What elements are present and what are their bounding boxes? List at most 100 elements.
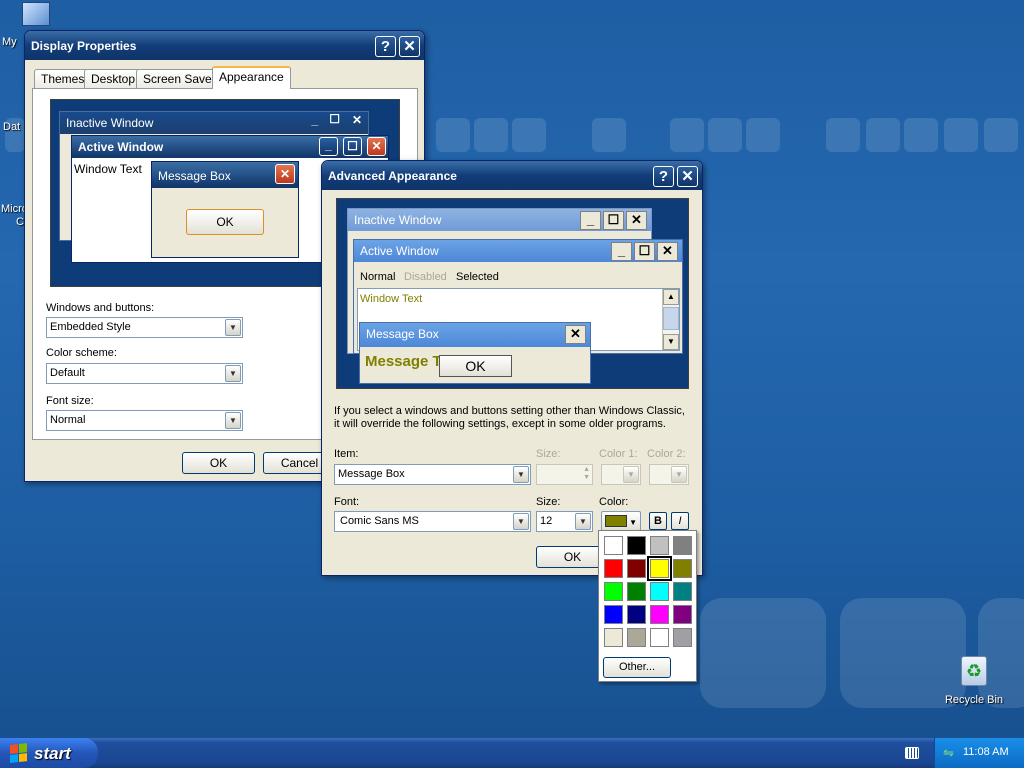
font-size-label: Size: [536, 496, 561, 508]
windows-buttons-select[interactable]: Embedded Style ▼ [46, 317, 243, 338]
color-swatch[interactable] [647, 556, 672, 581]
font-size-select[interactable]: Normal ▼ [46, 410, 243, 431]
chevron-down-icon: ▼ [575, 513, 591, 530]
tab-appearance[interactable]: Appearance [212, 66, 291, 89]
background-tile [746, 118, 780, 152]
color-scheme-select[interactable]: Default ▼ [46, 363, 243, 384]
background-tile [866, 118, 900, 152]
color-palette-popup: Other... [598, 530, 697, 682]
color-swatch[interactable] [650, 582, 669, 601]
tab-themes[interactable]: Themes [34, 69, 92, 88]
background-tile [670, 118, 704, 152]
maximize-icon: ☐ [329, 112, 340, 126]
close-button[interactable]: ✕ [677, 166, 698, 187]
preview-window-text: Window Text [74, 162, 142, 176]
minimize-icon: _ [580, 211, 601, 230]
taskbar: start ⇋ 11:08 AM [0, 738, 1024, 768]
close-icon: ✕ [275, 164, 295, 184]
minimize-icon: _ [311, 113, 318, 127]
windows-logo-icon [10, 743, 28, 763]
menu-disabled: Disabled [404, 271, 447, 283]
color-swatch[interactable] [604, 605, 623, 624]
color-swatch[interactable] [673, 536, 692, 555]
item-select[interactable]: Message Box ▼ [334, 464, 531, 485]
start-button[interactable]: start [0, 738, 98, 768]
color-swatch[interactable] [673, 582, 692, 601]
color-swatch[interactable] [627, 582, 646, 601]
other-colors-button[interactable]: Other... [603, 657, 671, 678]
preview-message-title: Message Box ✕ [152, 162, 298, 188]
color-swatch[interactable] [650, 628, 669, 647]
scroll-thumb [663, 307, 679, 330]
color-swatch[interactable] [604, 582, 623, 601]
close-icon: ✕ [351, 113, 362, 127]
network-icon[interactable]: ⇋ [943, 745, 954, 761]
font-label: Font: [334, 496, 360, 508]
chevron-down-icon: ▼ [513, 466, 529, 483]
bold-button[interactable]: B [649, 512, 667, 530]
font-size-label: Font size: [46, 395, 94, 407]
color-swatch[interactable] [604, 559, 623, 578]
font-size-select[interactable]: 12 ▼ [536, 511, 593, 532]
color-swatch[interactable] [627, 628, 646, 647]
color-swatch[interactable] [650, 536, 669, 555]
scroll-up-icon: ▲ [663, 289, 679, 305]
title-bar: Advanced Appearance ? ✕ [322, 161, 702, 190]
color1-label: Color 1: [599, 448, 638, 460]
help-button[interactable]: ? [653, 166, 674, 187]
keyboard-icon[interactable] [905, 747, 919, 759]
preview-ok-button: OK [186, 209, 264, 235]
window-title: Advanced Appearance [328, 169, 457, 183]
color1-button: ▼ [601, 464, 641, 485]
clock[interactable]: 11:08 AM [963, 746, 1009, 758]
color-swatch[interactable] [627, 559, 646, 578]
close-button[interactable]: ✕ [399, 36, 420, 57]
chevron-down-icon: ▼ [623, 466, 639, 483]
windows-buttons-label: Windows and buttons: [46, 302, 155, 314]
background-tile [984, 118, 1018, 152]
tab-desktop[interactable]: Desktop [84, 69, 143, 88]
close-icon: ✕ [626, 211, 647, 230]
minimize-icon: _ [611, 242, 632, 261]
window-title: Display Properties [31, 39, 137, 53]
recycle-bin-icon[interactable]: ♻ Recycle Bin [940, 656, 1008, 706]
menu-selected: Selected [456, 271, 499, 283]
color-label: Color: [599, 496, 629, 508]
ok-button[interactable]: OK [182, 452, 255, 474]
computer-icon [22, 2, 50, 26]
color-swatch[interactable] [650, 605, 669, 624]
italic-button[interactable]: I [671, 512, 689, 530]
system-tray: ⇋ 11:08 AM [934, 738, 1024, 768]
chevron-down-icon: ▼ [225, 412, 241, 429]
desktop-icon-label[interactable]: Dat [3, 121, 20, 133]
advanced-appearance-window: Advanced Appearance ? ✕ Inactive Window … [321, 160, 703, 576]
tab-screen-saver[interactable]: Screen Saver [136, 69, 223, 88]
current-color-swatch [605, 515, 627, 527]
background-tile [436, 118, 470, 152]
color-swatch[interactable] [627, 536, 646, 555]
close-icon: ✕ [367, 137, 386, 156]
desktop-icon-label[interactable]: C [16, 216, 24, 228]
color-scheme-label: Color scheme: [46, 347, 117, 359]
adv-preview-ok-button: OK [439, 355, 512, 377]
chevron-down-icon: ▼ [513, 513, 529, 530]
scrollbar: ▲ ▼ [662, 289, 679, 350]
color-swatch[interactable] [627, 605, 646, 624]
color-swatch[interactable] [673, 605, 692, 624]
chevron-down-icon: ▼ [225, 319, 241, 336]
color-swatch[interactable] [673, 559, 692, 578]
start-label: start [34, 744, 71, 763]
color-swatch[interactable] [673, 628, 692, 647]
adv-preview-message-box: Message Box ✕ Message T OK [359, 322, 591, 384]
color-swatch[interactable] [604, 628, 623, 647]
chevron-down-icon: ▼ [671, 466, 687, 483]
adv-preview-message-title: Message Box ✕ [360, 323, 590, 347]
preview-inactive-title: Inactive Window _ ☐ ✕ [60, 112, 368, 134]
color-swatch[interactable] [604, 536, 623, 555]
size-spinner: ▲ ▼ [536, 464, 593, 485]
help-button[interactable]: ? [375, 36, 396, 57]
desktop-icon-label: Recycle Bin [944, 694, 1004, 706]
adv-preview-window-text: Window Text [360, 293, 423, 305]
font-select[interactable]: Comic Sans MS ▼ [334, 511, 531, 532]
color-picker-button[interactable]: ▼ [601, 511, 641, 531]
